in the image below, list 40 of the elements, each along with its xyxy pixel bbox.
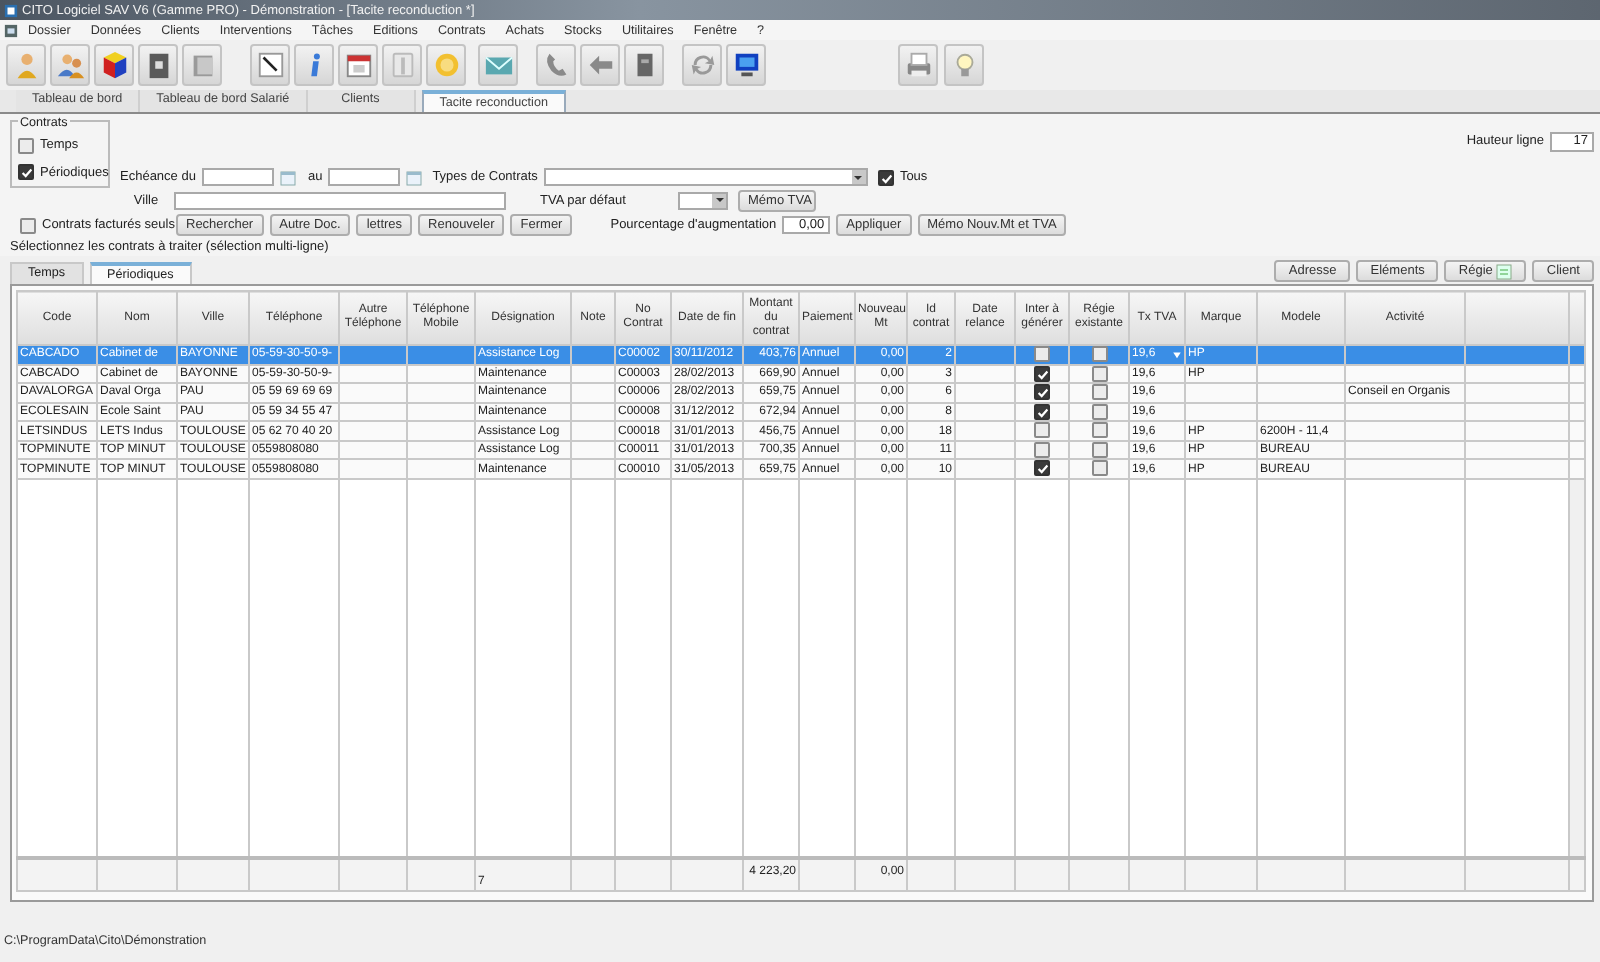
checkbox[interactable] bbox=[20, 217, 36, 233]
checkbox[interactable] bbox=[1091, 366, 1107, 382]
checkbox[interactable] bbox=[877, 169, 894, 185]
checkbox[interactable] bbox=[1034, 404, 1050, 420]
caret-icon bbox=[851, 170, 866, 184]
checkbox[interactable] bbox=[1091, 404, 1107, 420]
document-icon[interactable] bbox=[138, 44, 178, 86]
date-field[interactable] bbox=[328, 168, 401, 186]
printer-icon[interactable] bbox=[898, 44, 938, 86]
info-icon[interactable] bbox=[294, 44, 334, 86]
box-icon[interactable] bbox=[624, 44, 664, 86]
checkbox[interactable] bbox=[1034, 346, 1050, 362]
people-icon[interactable] bbox=[50, 44, 90, 86]
checkbox[interactable] bbox=[1091, 461, 1107, 477]
city-field[interactable] bbox=[174, 191, 506, 209]
checkbox[interactable] bbox=[1091, 346, 1107, 362]
checkbox[interactable] bbox=[1034, 385, 1050, 401]
date-field[interactable] bbox=[201, 168, 274, 186]
checkbox[interactable] bbox=[1034, 366, 1050, 382]
contract-type-dropdown[interactable] bbox=[543, 168, 868, 186]
app-menu-icon[interactable] bbox=[4, 23, 18, 37]
lightbulb-icon[interactable] bbox=[944, 44, 984, 86]
tile-icon[interactable] bbox=[382, 44, 422, 86]
checkbox[interactable] bbox=[1091, 442, 1107, 458]
checkbox[interactable] bbox=[1091, 423, 1107, 439]
checkbox[interactable] bbox=[1034, 442, 1050, 458]
vat-dropdown[interactable] bbox=[678, 191, 728, 209]
list-icon bbox=[1496, 263, 1513, 279]
phone-icon[interactable] bbox=[536, 44, 576, 86]
checkbox[interactable] bbox=[1034, 461, 1050, 477]
checkbox[interactable] bbox=[1091, 385, 1107, 401]
mail-icon[interactable] bbox=[478, 44, 518, 86]
monitor-icon[interactable] bbox=[726, 44, 766, 86]
caret-icon bbox=[712, 193, 726, 207]
pen-icon[interactable] bbox=[250, 44, 290, 86]
checkbox[interactable] bbox=[18, 164, 34, 181]
cube-icon[interactable] bbox=[94, 44, 134, 86]
checkbox[interactable] bbox=[18, 137, 34, 154]
calendar-icon[interactable] bbox=[338, 44, 378, 86]
checkbox[interactable] bbox=[1034, 423, 1050, 439]
